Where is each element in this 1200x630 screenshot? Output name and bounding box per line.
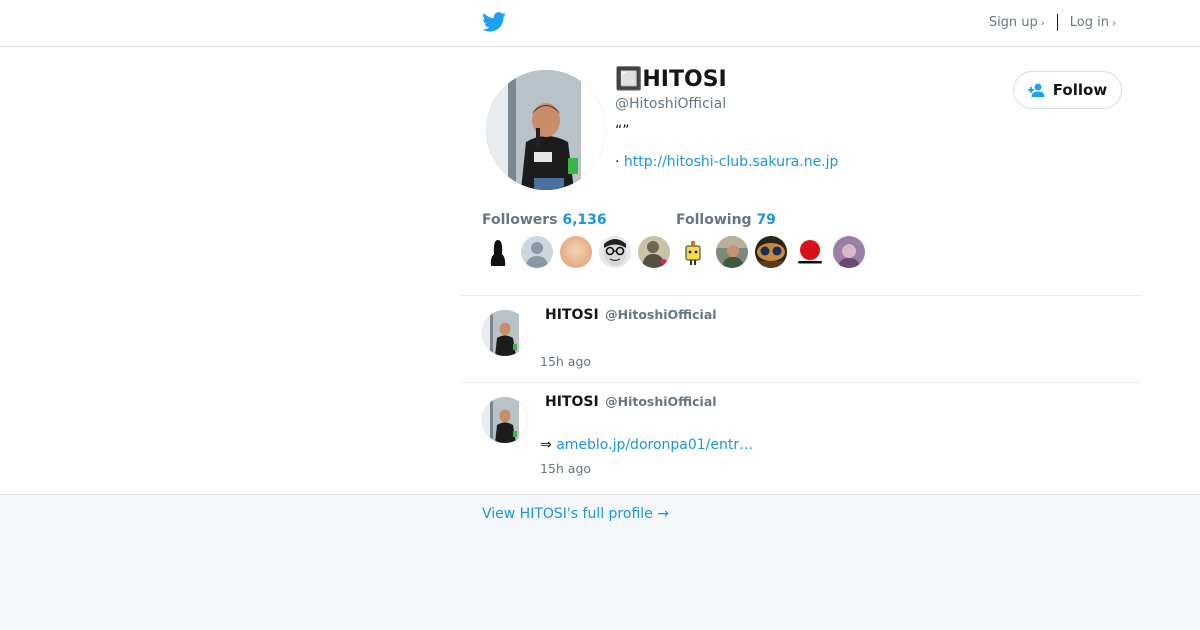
tweet-avatar[interactable] [482, 310, 528, 356]
tweet-author-name[interactable]: HITOSI [545, 394, 599, 410]
url-prefix: · [615, 154, 620, 170]
tweet-header: HITOSI @HitoshiOfficial [545, 307, 717, 323]
auth-links: Sign up › Log in › [989, 14, 1116, 31]
follower-avatar[interactable] [599, 236, 631, 268]
tweet-avatar[interactable] [482, 397, 528, 443]
follower-avatar[interactable] [833, 236, 865, 268]
tweet-timestamp[interactable]: 15h ago [540, 354, 591, 369]
follow-label: Follow [1052, 81, 1108, 99]
twitter-bird-icon[interactable] [482, 11, 506, 33]
tweet-author-handle[interactable]: @HitoshiOfficial [605, 307, 716, 322]
divider [1056, 14, 1058, 31]
add-user-icon [1027, 83, 1045, 97]
chevron-right-icon: › [1040, 18, 1045, 29]
top-bar: Sign up › Log in › [0, 0, 1200, 47]
followers-count: 6,136 [562, 212, 607, 228]
follower-avatar[interactable] [638, 236, 670, 268]
profile-bio: “” [615, 123, 630, 139]
follower-avatar[interactable] [560, 236, 592, 268]
profile-url-link[interactable]: http://hitoshi-club.sakura.ne.jp [624, 154, 839, 170]
tweet-author-handle[interactable]: @HitoshiOfficial [605, 394, 716, 409]
follower-avatar[interactable] [482, 236, 514, 268]
follower-avatars [482, 236, 865, 268]
divider [461, 295, 1142, 296]
tweet-header: HITOSI @HitoshiOfficial [545, 394, 717, 410]
follower-avatar[interactable] [521, 236, 553, 268]
footer: View HITOSI's full profile → [0, 494, 1200, 630]
tweet-timestamp[interactable]: 15h ago [540, 461, 591, 476]
tweet-link[interactable]: ameblo.jp/doronpa01/entr… [556, 437, 753, 453]
avatar-image [482, 397, 528, 443]
profile-name: 🔲HITOSI [615, 67, 727, 92]
follower-avatar[interactable] [677, 236, 709, 268]
login-link[interactable]: Log in › [1070, 15, 1116, 30]
profile-avatar[interactable] [486, 70, 606, 190]
following-count: 79 [756, 212, 776, 228]
divider [461, 382, 1142, 383]
tweet-text-prefix: ⇒ [540, 437, 552, 453]
tweet-text: ⇒ ameblo.jp/doronpa01/entr… [540, 437, 753, 453]
avatar-image [482, 310, 528, 356]
profile-url-line: · http://hitoshi-club.sakura.ne.jp [615, 154, 838, 170]
followers-stat[interactable]: Followers 6,136 [482, 212, 607, 228]
tweet-author-name[interactable]: HITOSI [545, 307, 599, 323]
view-full-profile-link[interactable]: View HITOSI's full profile → [482, 506, 669, 522]
profile-handle: @HitoshiOfficial [615, 96, 727, 112]
follower-avatar[interactable] [755, 236, 787, 268]
follower-avatar[interactable] [794, 236, 826, 268]
follow-button[interactable]: Follow [1013, 71, 1122, 109]
avatar-image [486, 70, 606, 190]
follower-avatar[interactable] [716, 236, 748, 268]
following-stat[interactable]: Following 79 [676, 212, 776, 228]
signup-link[interactable]: Sign up › [989, 15, 1045, 30]
chevron-right-icon: › [1112, 18, 1116, 29]
